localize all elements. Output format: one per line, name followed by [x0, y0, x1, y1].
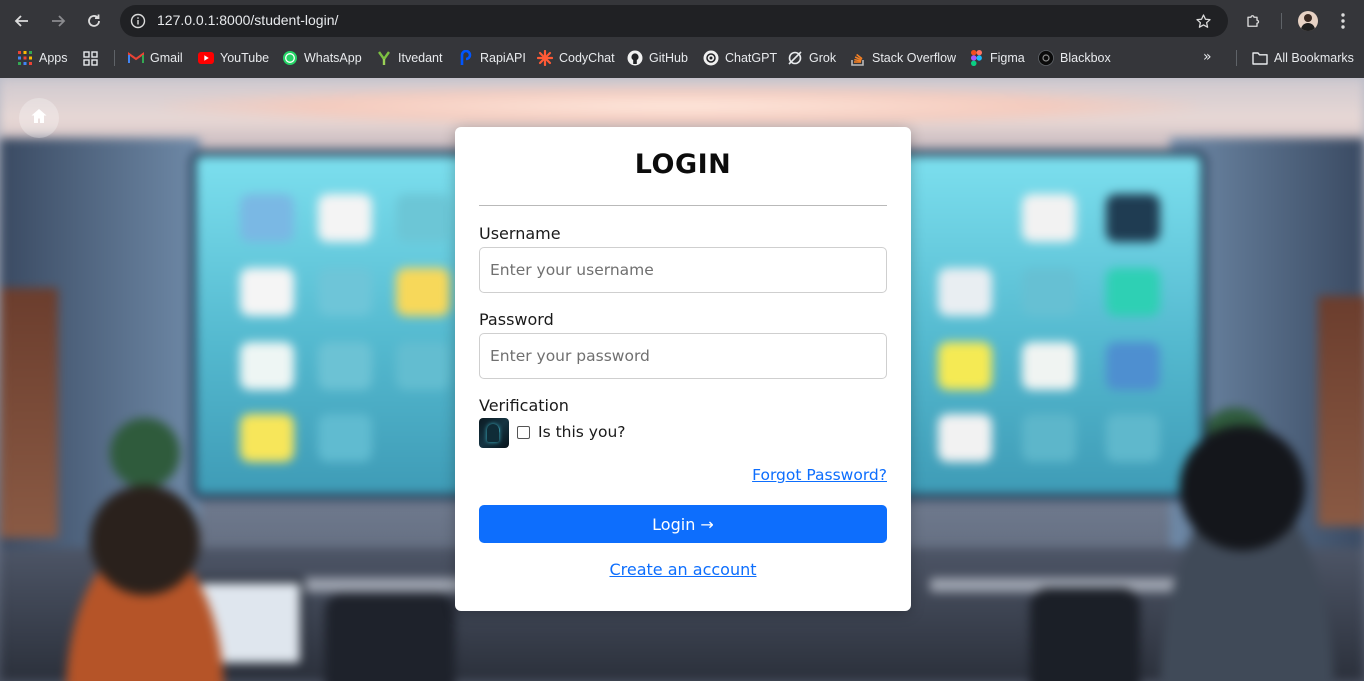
bookmark-rapidapi[interactable]: RapiAPI — [458, 42, 526, 74]
bookmark-label: WhatsApp — [304, 51, 362, 65]
bookmark-stackoverflow[interactable]: Stack Overflow — [850, 42, 956, 74]
bookmark-label: Gmail — [150, 51, 183, 65]
github-icon — [627, 50, 643, 66]
back-arrow-icon[interactable] — [9, 9, 35, 33]
apps-grid-icon — [17, 50, 33, 66]
home-button[interactable] — [19, 98, 59, 138]
bookmarks-divider — [1236, 50, 1237, 66]
bookmarks-divider — [114, 50, 115, 66]
password-label: Password — [479, 310, 554, 329]
bookmark-label: Apps — [39, 51, 68, 65]
site-info-icon[interactable] — [128, 11, 148, 31]
address-url[interactable]: 127.0.0.1:8000/student-login/ — [157, 12, 338, 28]
password-input[interactable] — [479, 333, 887, 379]
bookmark-label: ChatGPT — [725, 51, 778, 65]
forward-arrow-icon[interactable] — [45, 9, 71, 33]
grok-icon — [787, 50, 803, 66]
title-divider — [479, 205, 887, 206]
verification-label: Verification — [479, 396, 569, 415]
forgot-password-link[interactable]: Forgot Password? — [752, 466, 887, 484]
username-input[interactable] — [479, 247, 887, 293]
blackbox-icon — [1038, 50, 1054, 66]
verification-checkbox-label[interactable]: Is this you? — [538, 423, 626, 441]
youtube-icon — [198, 50, 214, 66]
create-account-link[interactable]: Create an account — [609, 560, 756, 579]
whatsapp-icon — [282, 50, 298, 66]
create-account-row: Create an account — [455, 560, 911, 579]
verification-avatar-image — [479, 418, 509, 448]
bookmark-grok[interactable]: Grok — [787, 42, 836, 74]
login-card: LOGIN Username Password Verification Is … — [455, 127, 911, 611]
bookmark-figma[interactable]: Figma — [968, 42, 1025, 74]
figma-icon — [968, 50, 984, 66]
login-button[interactable]: Login → — [479, 505, 887, 543]
bookmark-label: CodyChat — [559, 51, 615, 65]
bookmarks-bar: Apps Gmail YouTube WhatsApp Itvedant Rap… — [0, 42, 1364, 78]
verification-checkbox[interactable] — [517, 426, 530, 439]
bookmark-tab-groups[interactable] — [82, 42, 98, 74]
bookmark-youtube[interactable]: YouTube — [198, 42, 269, 74]
rapidapi-icon — [458, 50, 474, 66]
codychat-icon — [537, 50, 553, 66]
bookmark-all-bookmarks[interactable]: All Bookmarks — [1252, 42, 1354, 74]
bookmark-label: Stack Overflow — [872, 51, 957, 65]
home-icon — [30, 107, 48, 129]
itvedant-icon — [376, 50, 392, 66]
chatgpt-icon — [703, 50, 719, 66]
toolbar-divider — [1281, 13, 1282, 29]
stackoverflow-icon — [850, 50, 866, 66]
bookmark-gmail[interactable]: Gmail — [128, 42, 183, 74]
profile-avatar[interactable] — [1298, 11, 1318, 31]
folder-icon — [1252, 50, 1268, 66]
kebab-menu-icon[interactable] — [1333, 10, 1353, 32]
bookmark-label: GitHub — [649, 51, 688, 65]
bookmark-label: Grok — [809, 51, 837, 65]
bookmark-itvedant[interactable]: Itvedant — [376, 42, 442, 74]
bookmark-codychat[interactable]: CodyChat — [537, 42, 615, 74]
bookmark-apps[interactable]: Apps — [17, 42, 68, 74]
bookmark-label: All Bookmarks — [1274, 51, 1354, 65]
login-title: LOGIN — [634, 149, 732, 180]
browser-toolbar: 127.0.0.1:8000/student-login/ — [0, 0, 1364, 42]
bookmark-chatgpt[interactable]: ChatGPT — [703, 42, 777, 74]
page-viewport: LOGIN Username Password Verification Is … — [0, 78, 1364, 681]
reload-icon[interactable] — [81, 9, 107, 33]
bookmark-label: RapiAPI — [480, 51, 526, 65]
bookmark-label: Blackbox — [1060, 51, 1111, 65]
tab-groups-icon — [82, 50, 98, 66]
bookmark-blackbox[interactable]: Blackbox — [1038, 42, 1111, 74]
bookmark-label: Itvedant — [398, 51, 443, 65]
bookmark-github[interactable]: GitHub — [627, 42, 688, 74]
bookmark-star-icon[interactable] — [1192, 10, 1214, 32]
gmail-icon — [128, 50, 144, 66]
bookmark-whatsapp[interactable]: WhatsApp — [282, 42, 362, 74]
bookmark-label: YouTube — [220, 51, 270, 65]
bookmark-label: Figma — [990, 51, 1025, 65]
more-bookmarks-chevron-icon[interactable]: » — [1203, 49, 1212, 65]
extensions-puzzle-icon[interactable] — [1242, 10, 1266, 32]
username-label: Username — [479, 224, 561, 243]
